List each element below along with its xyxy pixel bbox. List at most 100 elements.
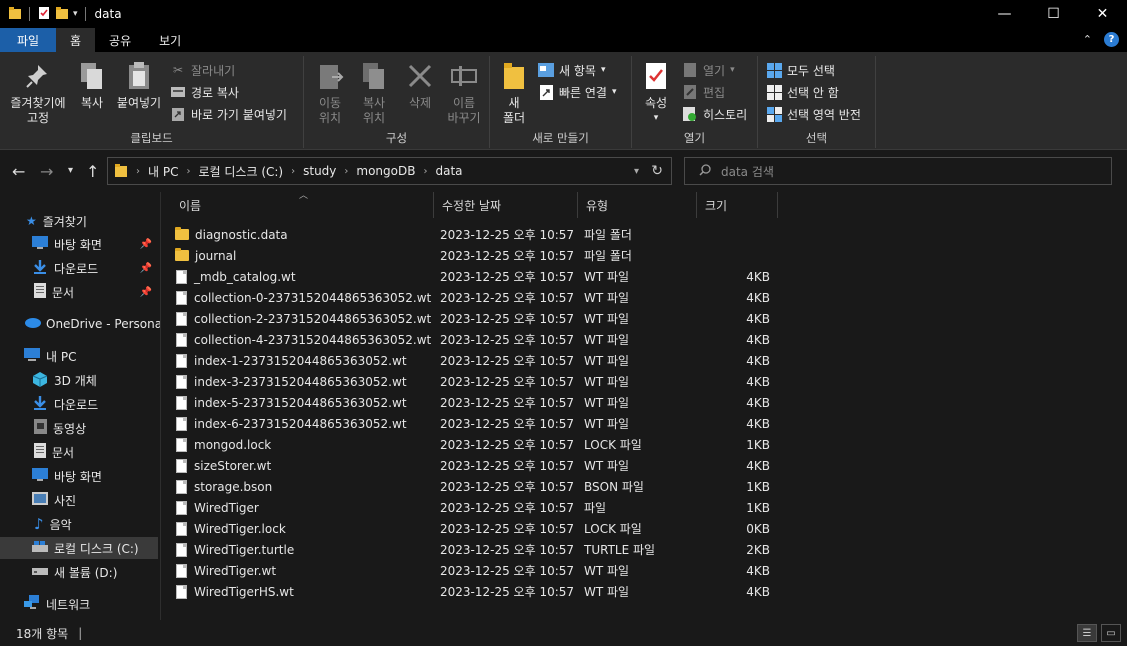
breadcrumb-data[interactable]: data [435,164,462,178]
file-size: 4KB [746,563,770,578]
chevron-down-icon: ▾ [653,113,659,123]
paste-shortcut-button[interactable]: 바로 가기 붙여넣기 [170,104,287,124]
properties-icon[interactable] [37,6,51,23]
breadcrumb-local-disk[interactable]: 로컬 디스크 (C:) › [198,163,303,180]
column-header-size[interactable]: 크기 [697,192,778,218]
file-date: 2023-12-25 오후 10:57 [440,270,575,284]
delete-button[interactable]: 삭제 [400,60,440,111]
sidebar-item-music[interactable]: ♪ 음악 [0,513,158,535]
sidebar-item-new-volume-d[interactable]: 새 볼륨 (D:) [0,561,158,583]
address-bar[interactable]: › 내 PC › 로컬 디스크 (C:) › study › mongoDB › dat… [107,157,672,185]
cloud-icon [24,317,41,331]
breadcrumb-my-pc[interactable]: 내 PC › [148,163,198,180]
address-dropdown-icon[interactable]: ▾ [634,166,639,177]
properties-button[interactable]: 속성 ▾ [638,60,674,126]
sidebar-item-this-pc[interactable]: 내 PC [0,345,158,367]
table-row[interactable]: collection-4-2373152044865363052.wt 2023-… [175,329,775,350]
chevron-down-icon: ▾ [611,87,617,97]
breadcrumb-mongodb[interactable]: mongoDB › [356,164,435,178]
details-view-icon[interactable]: ☰ [1077,624,1097,642]
select-none-button[interactable]: 선택 안 함 [766,82,839,102]
sidebar-item-local-disk-c[interactable]: 로컬 디스크 (C:) [0,537,158,559]
recent-locations-chevron-icon[interactable]: ▾ [68,165,73,176]
table-row[interactable]: WiredTiger.turtle 2023-12-25 오후 10:57 TURT… [175,539,775,560]
sidebar-item-pictures[interactable]: 사진 [0,489,158,511]
table-row[interactable]: WiredTigerHS.wt 2023-12-25 오후 10:57 WT 파일 4… [175,581,775,602]
table-row[interactable]: collection-2-2373152044865363052.wt 2023-… [175,308,775,329]
sidebar-item-onedrive[interactable]: OneDrive - Personal [0,313,165,335]
copy-to-button[interactable]: 복사 위치 [354,60,394,126]
easy-access-label: 빠른 연결 [559,85,607,100]
select-all-button[interactable]: 모두 선택 [766,60,835,80]
new-item-button[interactable]: 새 항목 ▾ [538,60,605,80]
help-icon[interactable]: ? [1104,32,1119,47]
copy-button[interactable]: 복사 [74,60,110,111]
back-arrow-icon[interactable]: ← [12,162,25,181]
collapse-ribbon-icon[interactable]: ⌃ [1083,33,1092,46]
invert-selection-button[interactable]: 선택 영역 반전 [766,104,861,124]
sidebar-item-3d-objects[interactable]: 3D 개체 [0,369,158,391]
table-row[interactable]: index-6-2373152044865363052.wt 2023-12-25… [175,413,775,434]
new-folder-button[interactable]: 새 폴더 [496,60,532,126]
column-header-date-modified[interactable]: 수정한 날짜 [434,192,578,218]
table-row[interactable]: storage.bson 2023-12-25 오후 10:57 BSON 파일 1K… [175,476,775,497]
table-row[interactable]: index-5-2373152044865363052.wt 2023-12-25… [175,392,775,413]
close-button[interactable]: ✕ [1078,0,1127,28]
file-type: WT 파일 [584,564,630,578]
new-folder-icon[interactable] [55,6,69,23]
table-row[interactable]: index-3-2373152044865363052.wt 2023-12-25… [175,371,775,392]
sidebar-item-desktop-pinned[interactable]: 바탕 화면 📌 [0,233,158,255]
maximize-button[interactable]: ☐ [1029,0,1078,28]
forward-arrow-icon[interactable]: → [40,162,53,181]
table-row[interactable]: sizeStorer.wt 2023-12-25 오후 10:57 WT 파일 4KB [175,455,775,476]
history-button[interactable]: 히스토리 [682,104,747,124]
sidebar-item-documents-pinned[interactable]: 문서 📌 [0,281,158,303]
large-icons-view-icon[interactable]: ▭ [1101,624,1121,642]
file-size: 2KB [746,542,770,557]
table-row[interactable]: WiredTiger 2023-12-25 오후 10:57 파일 1KB [175,497,775,518]
sidebar-item-downloads[interactable]: 다운로드 [0,393,158,415]
open-button[interactable]: 열기 ▾ [682,60,735,80]
file-name-cell: WiredTiger.lock [175,521,286,536]
table-row[interactable]: mongod.lock 2023-12-25 오후 10:57 LOCK 파일 1KB [175,434,775,455]
file-name-cell: WiredTigerHS.wt [175,584,294,599]
tab-home[interactable]: 홈 [56,28,96,52]
table-row[interactable]: diagnostic.data 2023-12-25 오후 10:57 파일 폴더 [175,224,775,245]
new-folder-icon [498,60,530,92]
sidebar-item-videos[interactable]: 동영상 [0,417,158,439]
cut-button[interactable]: ✂ 잘라내기 [170,60,235,80]
tab-view[interactable]: 보기 [145,28,195,52]
pin-to-quick-access-button[interactable]: 즐겨찾기에 고정 [6,60,70,126]
column-header-type[interactable]: 유형 [578,192,697,218]
tab-share[interactable]: 공유 [95,28,145,52]
up-arrow-icon[interactable]: ↑ [86,162,99,181]
minimize-button[interactable]: — [980,0,1029,28]
easy-access-button[interactable]: 빠른 연결 ▾ [538,82,617,102]
file-type: WT 파일 [584,333,630,347]
clipboard-group-label: 클립보드 [130,131,173,145]
move-to-button[interactable]: 이동 위치 [310,60,350,126]
table-row[interactable]: WiredTiger.wt 2023-12-25 오후 10:57 WT 파일 4KB [175,560,775,581]
sidebar-item-downloads-pinned[interactable]: 다운로드 📌 [0,257,158,279]
rename-button[interactable]: 이름 바꾸기 [442,60,486,126]
sidebar-item-network[interactable]: 네트워크 [0,593,158,615]
paste-button[interactable]: 붙여넣기 [114,60,164,111]
file-icon [176,563,187,578]
customize-dropdown-icon[interactable]: ▾ [73,9,78,19]
sidebar-item-documents[interactable]: 문서 [0,441,158,463]
column-header-name[interactable]: 이름 [171,192,434,218]
table-row[interactable]: collection-0-2373152044865363052.wt 2023-… [175,287,775,308]
table-row[interactable]: _mdb_catalog.wt 2023-12-25 오후 10:57 WT 파일 4… [175,266,775,287]
file-name: WiredTiger.turtle [194,542,295,557]
breadcrumb-study[interactable]: study › [303,164,356,178]
refresh-icon[interactable]: ↻ [651,163,663,179]
edit-button[interactable]: 편집 [682,82,725,102]
table-row[interactable]: index-1-2373152044865363052.wt 2023-12-25… [175,350,775,371]
table-row[interactable]: WiredTiger.lock 2023-12-25 오후 10:57 LOCK 파… [175,518,775,539]
sidebar-item-favorites[interactable]: ★ 즐겨찾기 [0,210,158,232]
copy-path-button[interactable]: 경로 복사 [170,82,239,102]
tab-file[interactable]: 파일 [0,28,56,52]
sidebar-item-desktop[interactable]: 바탕 화면 [0,465,158,487]
table-row[interactable]: journal 2023-12-25 오후 10:57 파일 폴더 [175,245,775,266]
search-input[interactable]: data 검색 [684,157,1112,185]
